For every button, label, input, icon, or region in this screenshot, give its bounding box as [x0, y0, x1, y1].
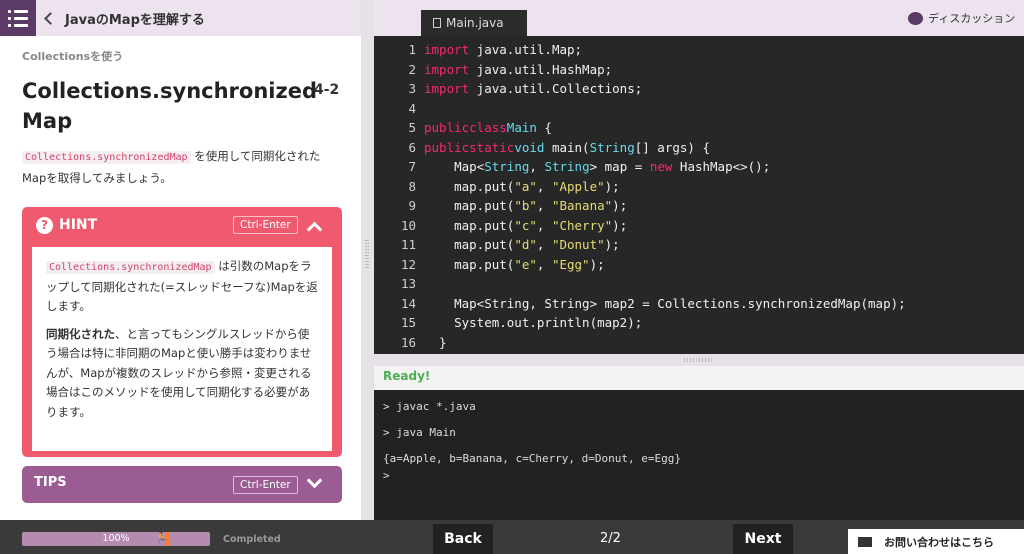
line-number: 14: [400, 295, 416, 311]
mail-icon: [858, 536, 872, 547]
console-line: > javac *.java: [383, 400, 476, 413]
exercise-title: Collections.synchronized Map: [22, 79, 317, 133]
progress-bar: 100% 🏃: [22, 532, 210, 546]
tab-label: Main.java: [446, 16, 504, 30]
line-number: 2: [408, 61, 416, 77]
line-number: 13: [400, 276, 416, 292]
speech-bubble-icon: [908, 11, 923, 25]
line-number: 8: [408, 178, 416, 194]
line-number: 12: [400, 256, 416, 272]
progress-text: 100%: [102, 533, 130, 544]
hint-body: Collections.synchronizedMap は引数のMapをラップし…: [32, 247, 332, 451]
console-line: > java Main: [383, 426, 456, 439]
breadcrumb: Collectionsを使う: [22, 50, 124, 63]
code-editor[interactable]: 1 2 3 4 5 6 7 8 9 10 11 12 13 14 15 16 import java.util…: [374, 36, 1024, 354]
line-number: 7: [408, 159, 416, 175]
tips-label: TIPS: [34, 475, 67, 490]
line-number: 9: [408, 198, 416, 214]
line-number: 15: [400, 315, 416, 331]
line-number: 4: [408, 100, 416, 116]
grip-icon: [684, 358, 714, 362]
completed-label: Completed: [223, 534, 281, 545]
question-icon: ?: [36, 216, 53, 234]
inline-code: Collections.synchronizedMap: [22, 151, 191, 164]
file-icon: [433, 18, 441, 28]
hint-shortcut-badge: Ctrl-Enter: [233, 216, 298, 234]
discussion-button[interactable]: ディスカッション: [908, 10, 1015, 26]
inline-code: Collections.synchronizedMap: [46, 261, 215, 274]
lesson-title[interactable]: JavaのMapを理解する: [65, 9, 205, 28]
line-number: 1: [408, 42, 416, 58]
menu-icon[interactable]: [0, 0, 36, 36]
line-number: 3: [408, 81, 416, 97]
back-button[interactable]: Back: [433, 524, 493, 554]
line-number: 6: [408, 139, 416, 155]
status-ready: Ready!: [374, 366, 1024, 390]
line-number: 16: [400, 334, 416, 350]
exercise-description: Collections.synchronizedMap を使用して同期化されたM…: [22, 146, 344, 188]
tips-shortcut-badge: Ctrl-Enter: [233, 476, 298, 494]
hint-paragraph: 同期化された、と言ってもシングルスレッドから使う場合は特に非同期のMapと使い勝…: [46, 325, 318, 423]
console-line: >: [383, 469, 390, 482]
console-line: {a=Apple, b=Banana, c=Cherry, d=Donut, e…: [383, 452, 682, 465]
line-number: 11: [400, 237, 416, 253]
instruction-panel: JavaのMapを理解する Collectionsを使う Collections…: [0, 0, 361, 520]
hint-panel: ? HINT Ctrl-Enter Collections.synchroniz…: [22, 207, 342, 457]
hint-emphasis: 同期化された: [46, 326, 115, 341]
chevron-left-icon[interactable]: [44, 11, 57, 25]
console-output: > javac *.java > java Main {a=Apple, b=B…: [374, 390, 1024, 520]
code-content[interactable]: import java.util.Map; import java.util.H…: [424, 40, 906, 352]
chevron-down-icon[interactable]: [306, 472, 323, 489]
line-number-gutter: 1 2 3 4 5 6 7 8 9 10 11 12 13 14 15 16: [374, 40, 416, 352]
exercise-number: 4-2: [314, 82, 340, 98]
line-number: 10: [400, 217, 416, 233]
tab-main-java[interactable]: Main.java: [421, 10, 527, 36]
progress-marker: [166, 532, 169, 546]
page-indicator: 2/2: [600, 531, 621, 546]
lesson-header: JavaのMapを理解する: [0, 0, 361, 36]
grip-icon: [365, 240, 369, 270]
hint-label: HINT: [59, 217, 98, 233]
contact-button[interactable]: お問い合わせはこちら: [848, 529, 1024, 554]
next-button[interactable]: Next: [733, 524, 793, 554]
contact-label: お問い合わせはこちら: [884, 535, 994, 549]
hint-paragraph: Collections.synchronizedMap は引数のMapをラップし…: [46, 257, 318, 317]
tips-panel[interactable]: TIPS Ctrl-Enter: [22, 466, 342, 503]
discussion-label: ディスカッション: [928, 12, 1016, 25]
line-number: 5: [408, 120, 416, 136]
